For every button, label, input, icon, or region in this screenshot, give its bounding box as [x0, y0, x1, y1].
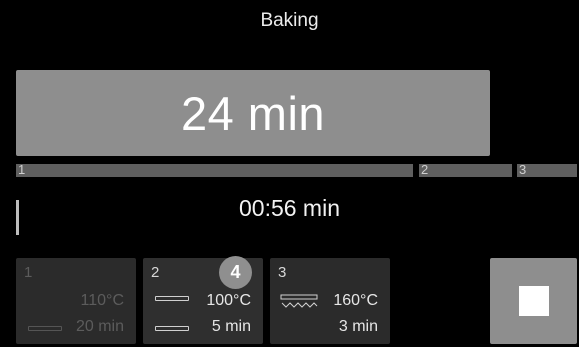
bottom-heat-icon — [155, 326, 189, 331]
bottom-heat-icon — [28, 326, 62, 331]
phase-segment-label-2: 2 — [421, 162, 429, 177]
step-time: 3 min — [338, 318, 378, 335]
phase-segment-label-1: 1 — [18, 162, 26, 177]
page-title: Baking — [260, 10, 319, 31]
stop-button[interactable] — [490, 258, 577, 344]
phase-segment-label-3: 3 — [519, 162, 527, 177]
step-temperature: 110°C — [80, 292, 124, 309]
phase-segment-2 — [419, 164, 512, 177]
step-temperature: 100°C — [206, 292, 251, 309]
grill-heat-icon — [280, 294, 318, 308]
step-card-1[interactable]: 1 110°C 20 min — [16, 258, 136, 344]
step-number: 1 — [24, 264, 33, 281]
step-number: 2 — [151, 264, 160, 281]
step-time: 5 min — [211, 318, 251, 335]
remaining-time: 00:56 min — [238, 195, 340, 221]
duration-value: 24 min — [180, 86, 326, 140]
step-card-3[interactable]: 3 160°C 3 min — [270, 258, 390, 344]
step-time: 20 min — [75, 318, 124, 335]
top-heat-icon — [155, 296, 189, 301]
step-temperature: 160°C — [333, 292, 378, 309]
step-number: 3 — [278, 264, 287, 281]
stop-square-icon — [518, 286, 549, 316]
phase-segment-1 — [16, 164, 413, 177]
step-count-badge: 4 — [219, 256, 252, 289]
